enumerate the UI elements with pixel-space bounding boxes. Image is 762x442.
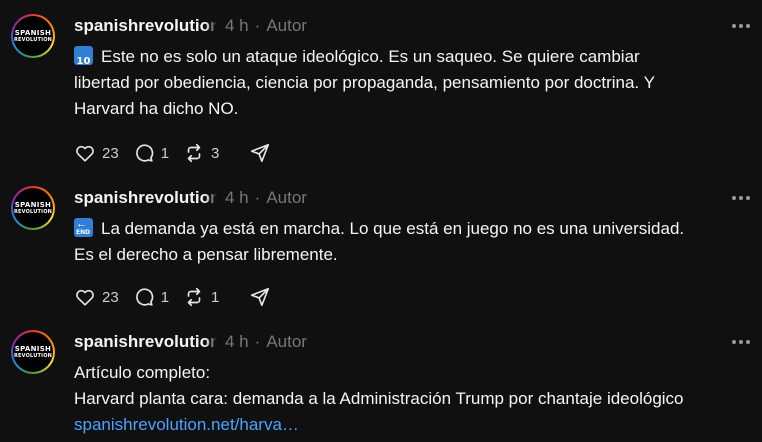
heart-icon <box>76 145 94 162</box>
post-actions: 23 1 1 <box>74 285 285 309</box>
post-time[interactable]: 4 h <box>225 16 249 36</box>
post-actions: 23 1 3 <box>74 141 285 165</box>
post-text-line: Es el derecho a pensar libremente. <box>74 245 338 264</box>
author-badge: Autor <box>266 188 307 207</box>
username[interactable]: spanishrevolution <box>74 332 217 352</box>
more-icon[interactable] <box>732 332 750 352</box>
comment-icon <box>135 144 153 162</box>
author-badge: Autor <box>266 16 307 35</box>
repost-count: 3 <box>211 144 220 162</box>
post-text: ← END La demanda ya está en marcha. Lo que… <box>74 216 754 268</box>
username[interactable]: spanishrevolution <box>74 16 217 36</box>
post-text-line: Harvard planta cara: demanda a la Admini… <box>74 389 684 408</box>
like-button[interactable]: 23 <box>74 142 119 164</box>
share-icon <box>251 143 270 163</box>
post-header: spanishrevolution 4 h · Autor <box>74 186 307 210</box>
like-button[interactable]: 23 <box>74 286 119 308</box>
like-count: 23 <box>102 144 119 162</box>
repost-icon <box>187 143 201 163</box>
avatar-text-bottom: REVOLUTION <box>13 37 53 43</box>
share-icon <box>251 287 270 307</box>
post-text-line: Artículo completo: <box>74 363 211 382</box>
avatar-text-top: SPANISH <box>14 345 52 353</box>
like-count: 23 <box>102 288 119 306</box>
post-text-line: libertad por obediencia, ciencia por pro… <box>74 73 655 92</box>
post-time[interactable]: 4 h <box>225 332 249 352</box>
comment-icon <box>135 288 153 306</box>
post-text: 10 Este no es solo un ataque ideológico. … <box>74 44 754 122</box>
comment-count: 1 <box>160 144 170 162</box>
separator: · <box>254 332 261 351</box>
post-text-line: Harvard ha dicho NO. <box>74 99 239 118</box>
comment-button[interactable]: 1 <box>133 286 169 308</box>
username[interactable]: spanishrevolution <box>74 188 217 208</box>
post-text-line: La demanda ya está en marcha. Lo que est… <box>101 219 685 238</box>
post-text-line: Este no es solo un ataque ideológico. Es… <box>101 47 640 66</box>
more-icon[interactable] <box>732 16 750 36</box>
post-header: spanishrevolution 4 h · Autor <box>74 330 307 354</box>
comment-count: 1 <box>160 288 170 306</box>
article-link[interactable]: spanishrevolution.net/harva… <box>74 415 299 434</box>
comment-button[interactable]: 1 <box>133 142 169 164</box>
repost-button[interactable]: 3 <box>183 142 219 164</box>
repost-count: 1 <box>211 288 220 306</box>
separator: · <box>254 188 261 207</box>
repost-button[interactable]: 1 <box>183 286 219 308</box>
repost-icon <box>187 287 201 307</box>
post-header: spanishrevolution 4 h · Autor <box>74 14 307 38</box>
separator: · <box>254 16 261 35</box>
avatar-text-top: SPANISH <box>14 29 52 37</box>
avatar[interactable]: SPANISH REVOLUTION <box>11 330 55 374</box>
avatar-text-bottom: REVOLUTION <box>13 353 53 359</box>
avatar-text-bottom: REVOLUTION <box>13 209 53 215</box>
heart-icon <box>76 289 94 306</box>
more-icon[interactable] <box>732 188 750 208</box>
avatar[interactable]: SPANISH REVOLUTION <box>11 186 55 230</box>
avatar[interactable]: SPANISH REVOLUTION <box>11 14 55 58</box>
end-arrow-icon: ← END <box>74 218 93 237</box>
share-button[interactable] <box>249 286 271 308</box>
avatar-text-top: SPANISH <box>14 201 52 209</box>
share-button[interactable] <box>249 142 271 164</box>
post-text: Artículo completo: Harvard planta cara: … <box>74 360 754 438</box>
author-badge: Autor <box>266 332 307 351</box>
post-time[interactable]: 4 h <box>225 188 249 208</box>
keycap-10-icon: 10 <box>74 46 93 65</box>
